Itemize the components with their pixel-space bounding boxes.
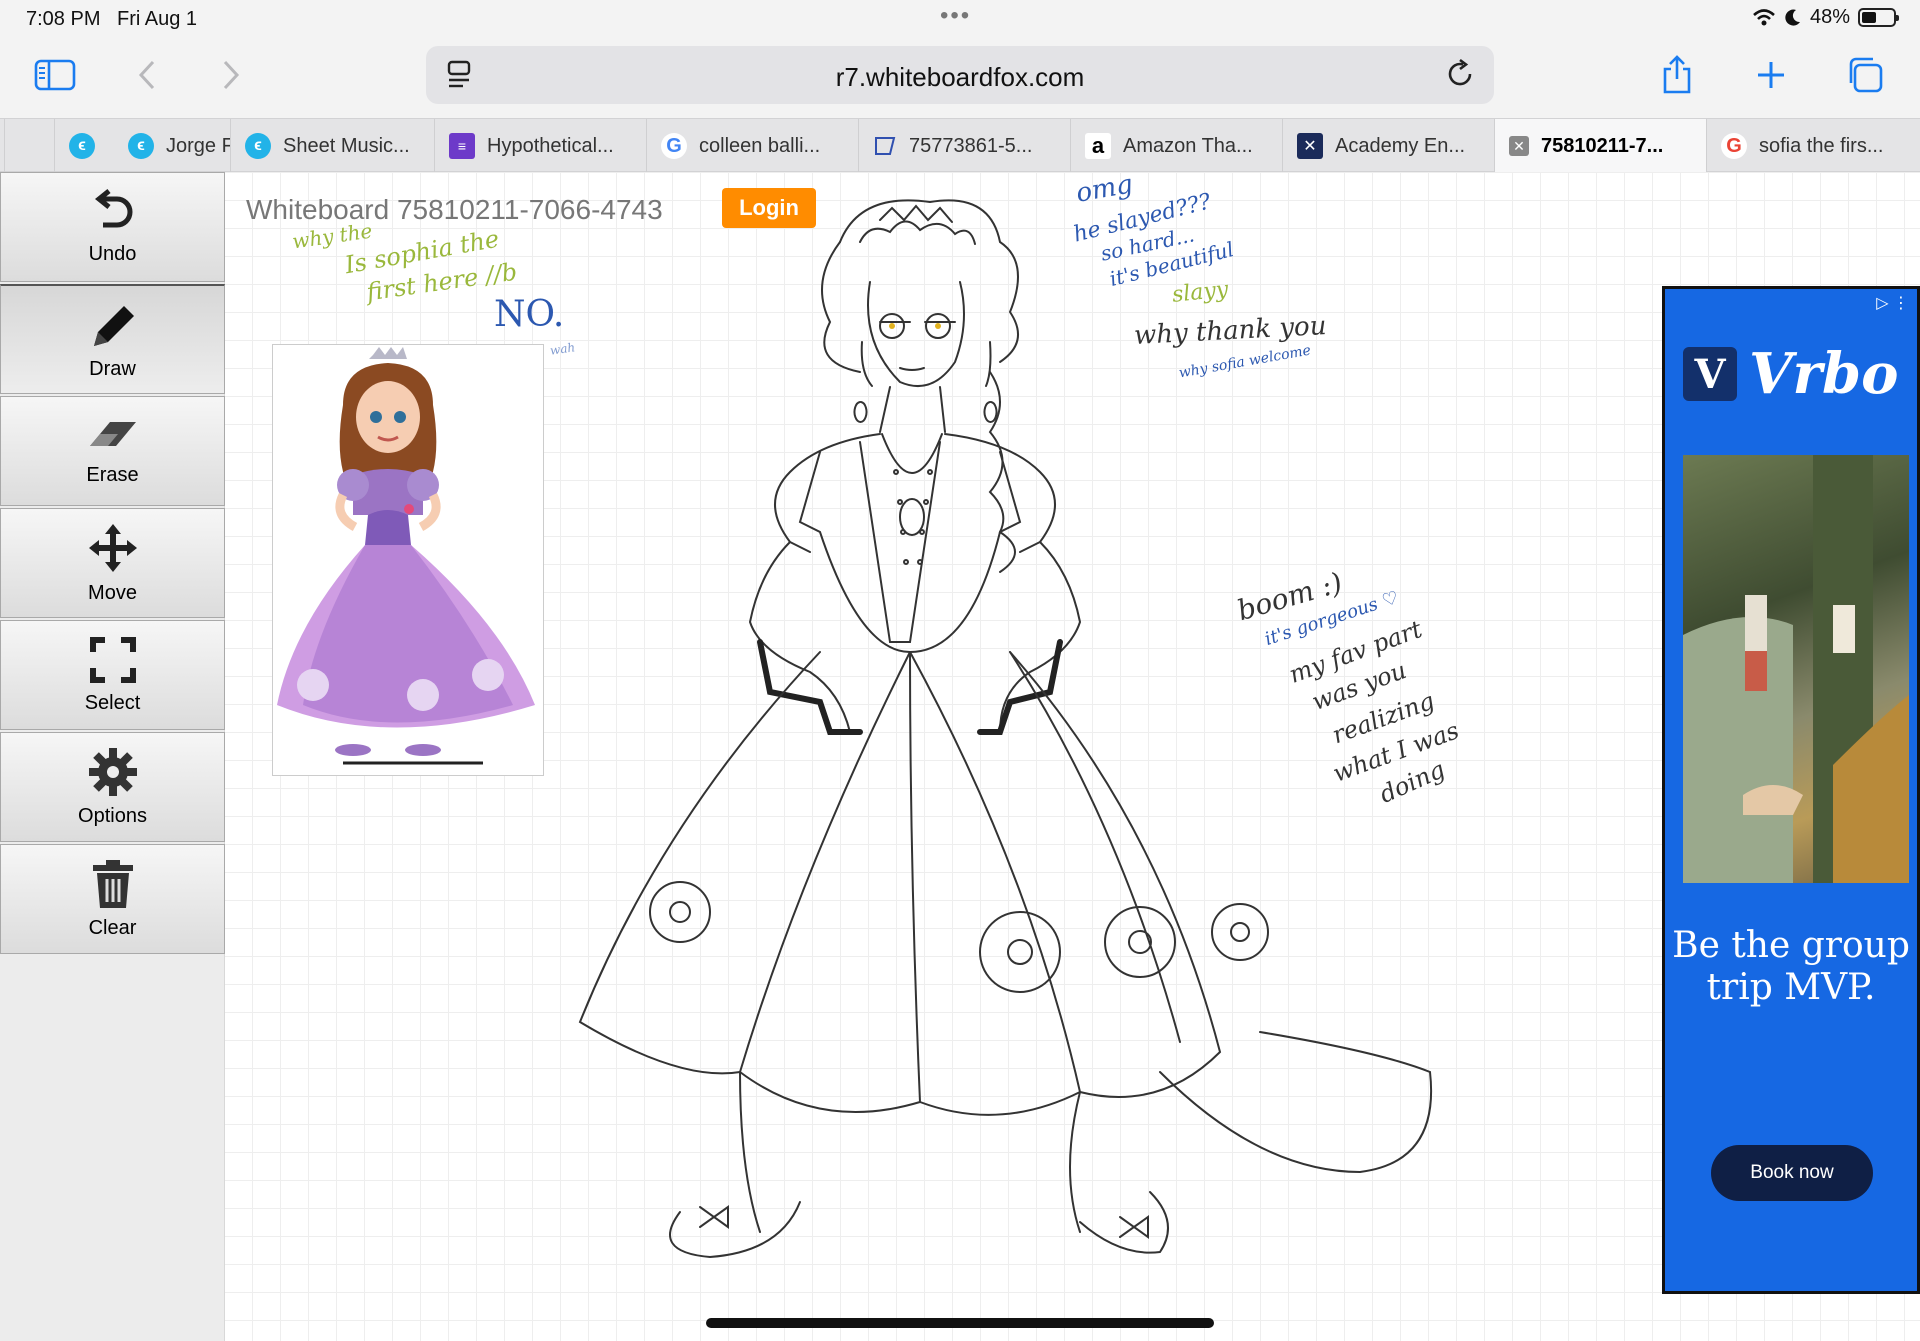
ipad-screen: 7:08 PM Fri Aug 1 ••• 48% r7.whiteboardf…: [0, 0, 1920, 1341]
close-icon[interactable]: ✕: [1509, 136, 1529, 156]
draw-button[interactable]: Draw: [0, 284, 225, 394]
gear-icon: [88, 747, 137, 796]
princess-illustration: [277, 347, 535, 765]
tab-label: Amazon Tha...: [1123, 134, 1253, 157]
reload-icon[interactable]: [1446, 58, 1476, 95]
undo-button[interactable]: Undo: [0, 172, 225, 282]
erase-button[interactable]: Erase: [0, 396, 225, 506]
address-url: r7.whiteboardfox.com: [835, 62, 1085, 92]
ad-photo: [1683, 455, 1909, 883]
tab-label: Sheet Music...: [283, 134, 410, 157]
note-no: NO.: [494, 294, 565, 335]
tab-bar: ϵ ϵ Jorge F ϵ Sheet Music... ≡ Hypotheti…: [0, 118, 1920, 173]
trash-icon: [92, 859, 133, 908]
undo-label: Undo: [88, 242, 137, 265]
tab-label: Academy En...: [1335, 134, 1466, 157]
share-icon[interactable]: [1652, 50, 1702, 100]
select-button[interactable]: Select: [0, 620, 225, 730]
forward-chevron-icon[interactable]: [206, 50, 256, 100]
tab-overview-icon[interactable]: [1840, 50, 1890, 100]
clear-label: Clear: [88, 916, 137, 939]
address-bar[interactable]: r7.whiteboardfox.com: [426, 46, 1494, 104]
tab-1[interactable]: ϵ: [54, 119, 114, 173]
move-label: Move: [88, 581, 137, 604]
erase-label: Erase: [86, 463, 139, 486]
tab-hypothetical[interactable]: ≡ Hypothetical...: [434, 119, 646, 173]
status-right: 48%: [1752, 6, 1899, 29]
tab-0[interactable]: [4, 119, 54, 173]
tab-amazon[interactable]: a Amazon Tha...: [1070, 119, 1282, 173]
tab-75773861[interactable]: 75773861-5...: [858, 119, 1070, 173]
academy-icon: ✕: [1297, 133, 1323, 159]
battery-percent: 48%: [1809, 6, 1850, 28]
google-icon: G: [661, 133, 687, 159]
browser-toolbar: r7.whiteboardfox.com: [0, 36, 1920, 118]
status-date: Fri Aug 1: [117, 8, 198, 30]
wifi-icon: [1753, 8, 1775, 25]
options-button[interactable]: Options: [0, 732, 225, 842]
battery-icon: [1858, 8, 1899, 27]
pencil-icon: [93, 306, 134, 346]
tab-jorge[interactable]: ϵ Jorge F: [114, 119, 230, 173]
tab-label: 75773861-5...: [909, 134, 1033, 157]
move-icon: [88, 523, 137, 572]
clear-button[interactable]: Clear: [0, 844, 225, 954]
vrbo-logo: V Vrbo: [1683, 341, 1898, 407]
tab-label: 75810211-7...: [1541, 134, 1664, 157]
draw-label: Draw: [89, 358, 136, 380]
eraser-icon: [89, 421, 136, 446]
new-tab-plus-icon[interactable]: [1746, 50, 1796, 100]
forms-icon: ≡: [449, 133, 475, 159]
google-icon: G: [1721, 133, 1747, 159]
tool-sidebar: Undo Draw Erase Move Select Options Clea…: [0, 172, 225, 1341]
tab-label: colleen balli...: [699, 134, 821, 157]
ad-headline: Be the group trip MVP.: [1672, 925, 1910, 1008]
status-time: 7:08 PM: [26, 8, 101, 30]
whiteboard-icon: [875, 137, 896, 155]
whiteboardfox-icon: ϵ: [245, 133, 271, 159]
sidebar-toggle-icon[interactable]: [30, 50, 80, 100]
vrbo-wordmark: Vrbo: [1749, 341, 1899, 407]
tab-label: Jorge F: [166, 134, 230, 157]
moon-icon: [1785, 9, 1800, 26]
reference-image[interactable]: [272, 344, 544, 776]
status-bar: 7:08 PM Fri Aug 1 ••• 48%: [0, 0, 1920, 36]
undo-icon: [94, 188, 132, 227]
tab-sheet-music[interactable]: ϵ Sheet Music...: [230, 119, 434, 173]
whiteboardfox-icon: ϵ: [128, 133, 154, 159]
book-now-button[interactable]: Book now: [1711, 1145, 1873, 1201]
back-chevron-icon[interactable]: [122, 50, 172, 100]
select-label: Select: [84, 691, 141, 714]
tab-active-whiteboard[interactable]: ✕ 75810211-7...: [1494, 119, 1706, 173]
move-button[interactable]: Move: [0, 508, 225, 618]
vrbo-ad[interactable]: ▷ ⋮ V Vrbo Be the group trip MVP. Book n…: [1662, 286, 1920, 1294]
home-indicator[interactable]: [706, 1318, 1214, 1328]
figure-sketch: [578, 199, 1433, 1259]
tab-label: Hypothetical...: [487, 134, 614, 157]
whiteboard-page[interactable]: Undo Draw Erase Move Select Options Clea…: [0, 172, 1920, 1341]
amazon-icon: a: [1085, 133, 1111, 159]
whiteboardfox-icon: ϵ: [69, 133, 95, 159]
options-label: Options: [78, 804, 147, 827]
select-icon: [89, 636, 136, 683]
multitasking-dots-icon[interactable]: •••: [940, 2, 971, 30]
adchoices-icon[interactable]: ▷ ⋮: [1876, 293, 1909, 313]
vrbo-logo-mark: V: [1683, 347, 1737, 401]
tab-label: sofia the firs...: [1759, 134, 1884, 157]
tab-sofia[interactable]: G sofia the firs...: [1706, 119, 1920, 173]
tab-colleen[interactable]: G colleen balli...: [646, 119, 858, 173]
tab-academy[interactable]: ✕ Academy En...: [1282, 119, 1494, 173]
